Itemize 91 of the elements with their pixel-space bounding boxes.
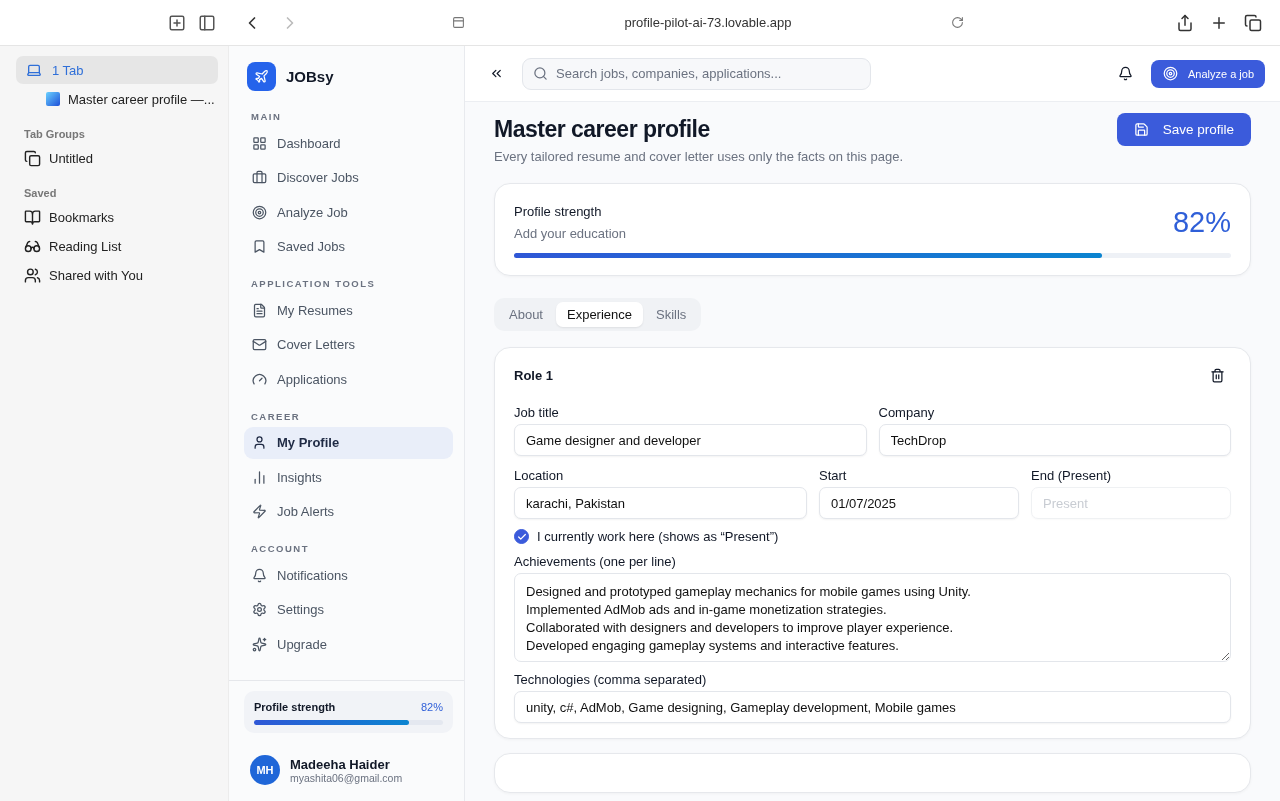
user-icon <box>252 435 267 450</box>
job-title-field[interactable]: Game designer and developer <box>514 424 867 456</box>
tab[interactable]: Skills <box>645 302 698 327</box>
save-button[interactable]: Save profile <box>1116 113 1251 146</box>
sparkles-icon <box>252 636 267 652</box>
nav-item[interactable]: Job Alerts <box>244 495 453 528</box>
save-icon <box>1133 122 1149 137</box>
checkbox-label: I currently work here (shows as “Present”) <box>537 529 779 544</box>
mail-icon <box>252 337 267 352</box>
page-title: Master career profile <box>494 116 711 143</box>
tab-group-item[interactable]: 1 Tab <box>16 56 218 84</box>
laptop-icon <box>26 62 42 78</box>
field-label: Location <box>514 468 565 483</box>
bell-icon <box>252 567 267 583</box>
achievements-field[interactable]: Designed and prototyped gameplay mechanics for mobile games using Unity. Implemented AdMob ads and in-game monetization strategies. Collaborated with designers and developers to improve player experience. Developed engaging gameplay systems and interactive features. <box>514 573 1231 662</box>
bookmark-icon <box>252 239 267 254</box>
nav-item[interactable]: Discover Jobs <box>244 161 453 194</box>
address-bar[interactable]: profile-pilot-ai-73.lovable.app <box>624 15 792 30</box>
role-title: Role 1 <box>514 368 553 383</box>
nav-item[interactable]: Saved Jobs <box>244 230 453 263</box>
strength-value: 82% <box>420 701 443 713</box>
field-label: Achievements (one per line) <box>514 554 677 569</box>
section-heading: APPLICATION TOOLS <box>250 277 377 291</box>
field-label: Technologies (comma separated) <box>514 672 708 687</box>
grid-icon <box>252 135 267 151</box>
bar-chart-icon <box>252 469 267 485</box>
location-field[interactable]: karachi, Pakistan <box>514 487 807 519</box>
section-heading: MAIN <box>250 110 283 124</box>
checkbox[interactable] <box>514 529 529 544</box>
brand-name: JOBsy <box>286 68 334 85</box>
new-tab-group-icon[interactable] <box>168 13 186 32</box>
favicon <box>46 92 60 106</box>
page-icon <box>451 16 465 29</box>
gauge-icon <box>252 371 267 387</box>
company-field[interactable]: TechDrop <box>878 424 1231 456</box>
delete-icon[interactable] <box>1210 368 1225 383</box>
people-icon <box>24 267 41 284</box>
field-label: Start <box>819 468 848 483</box>
lightning-icon <box>252 504 267 519</box>
section-heading: Saved <box>24 187 58 199</box>
sidebar-item[interactable]: Shared with You <box>16 261 218 290</box>
check-icon <box>516 531 527 542</box>
tabs-overview-icon[interactable] <box>1244 13 1262 32</box>
analyze-button[interactable]: Analyze a job <box>1150 59 1265 88</box>
sidebar-item[interactable]: Reading List <box>16 232 218 261</box>
strength-hint: Add your education <box>514 226 627 241</box>
nav-item[interactable]: Notifications <box>244 559 453 591</box>
reload-icon[interactable] <box>951 16 965 29</box>
nav-item[interactable]: Analyze Job <box>244 196 453 228</box>
logo-icon <box>247 62 276 91</box>
section-heading: ACCOUNT <box>250 542 310 556</box>
tab-item[interactable]: Master career profile —... <box>16 84 218 114</box>
nav-item[interactable]: Dashboard <box>244 127 453 159</box>
nav-item[interactable]: My Resumes <box>244 294 453 326</box>
nav-item[interactable]: Settings <box>244 593 453 626</box>
nav-item[interactable]: Cover Letters <box>244 328 453 361</box>
section-heading: Tab Groups <box>24 128 86 140</box>
sidebar-icon[interactable] <box>198 13 216 32</box>
nav-item[interactable]: My Profile <box>244 426 453 459</box>
tab-group-icon <box>24 150 41 167</box>
date-field[interactable]: 01/07/2025 <box>819 487 1019 519</box>
technologies-field[interactable]: unity, c#, AdMob, Game designing, Gameplay development, Mobile games <box>514 691 1231 723</box>
nav-item[interactable]: Applications <box>244 363 453 395</box>
sidebar-item[interactable]: Bookmarks <box>16 203 218 232</box>
settings-icon <box>252 602 267 617</box>
target-icon <box>1162 66 1178 81</box>
strength-label: Profile strength <box>514 204 603 219</box>
glasses-icon <box>24 238 41 255</box>
avatar: MH <box>250 755 280 785</box>
briefcase-icon <box>252 170 267 185</box>
user-name: Madeeha Haider <box>290 756 391 772</box>
field-label: Job title <box>514 405 560 420</box>
bookmarks-icon <box>24 209 41 226</box>
document-icon <box>252 302 267 318</box>
tab[interactable]: About <box>498 302 554 327</box>
section-heading: CAREER <box>250 409 302 424</box>
user-email: myashita06@gmail.com <box>290 771 403 784</box>
strength-label: Profile strength <box>254 701 336 713</box>
page-subtitle: Every tailored resume and cover letter uses only the facts on this page. <box>494 149 903 164</box>
search-field[interactable]: Search jobs, companies, applications... <box>522 57 871 90</box>
sidebar-item[interactable]: Untitled <box>16 144 218 173</box>
share-icon[interactable] <box>1176 13 1194 32</box>
bell-icon[interactable] <box>1117 66 1133 81</box>
field-label: Company <box>878 405 936 420</box>
nav-item[interactable]: Insights <box>244 461 453 493</box>
field-label: End (Present) <box>1031 468 1113 483</box>
search-icon <box>533 66 548 81</box>
tab[interactable]: Experience <box>556 302 644 327</box>
strength-value: 82% <box>1172 206 1231 239</box>
target-icon <box>252 204 267 220</box>
nav-item[interactable]: Upgrade <box>244 628 453 660</box>
